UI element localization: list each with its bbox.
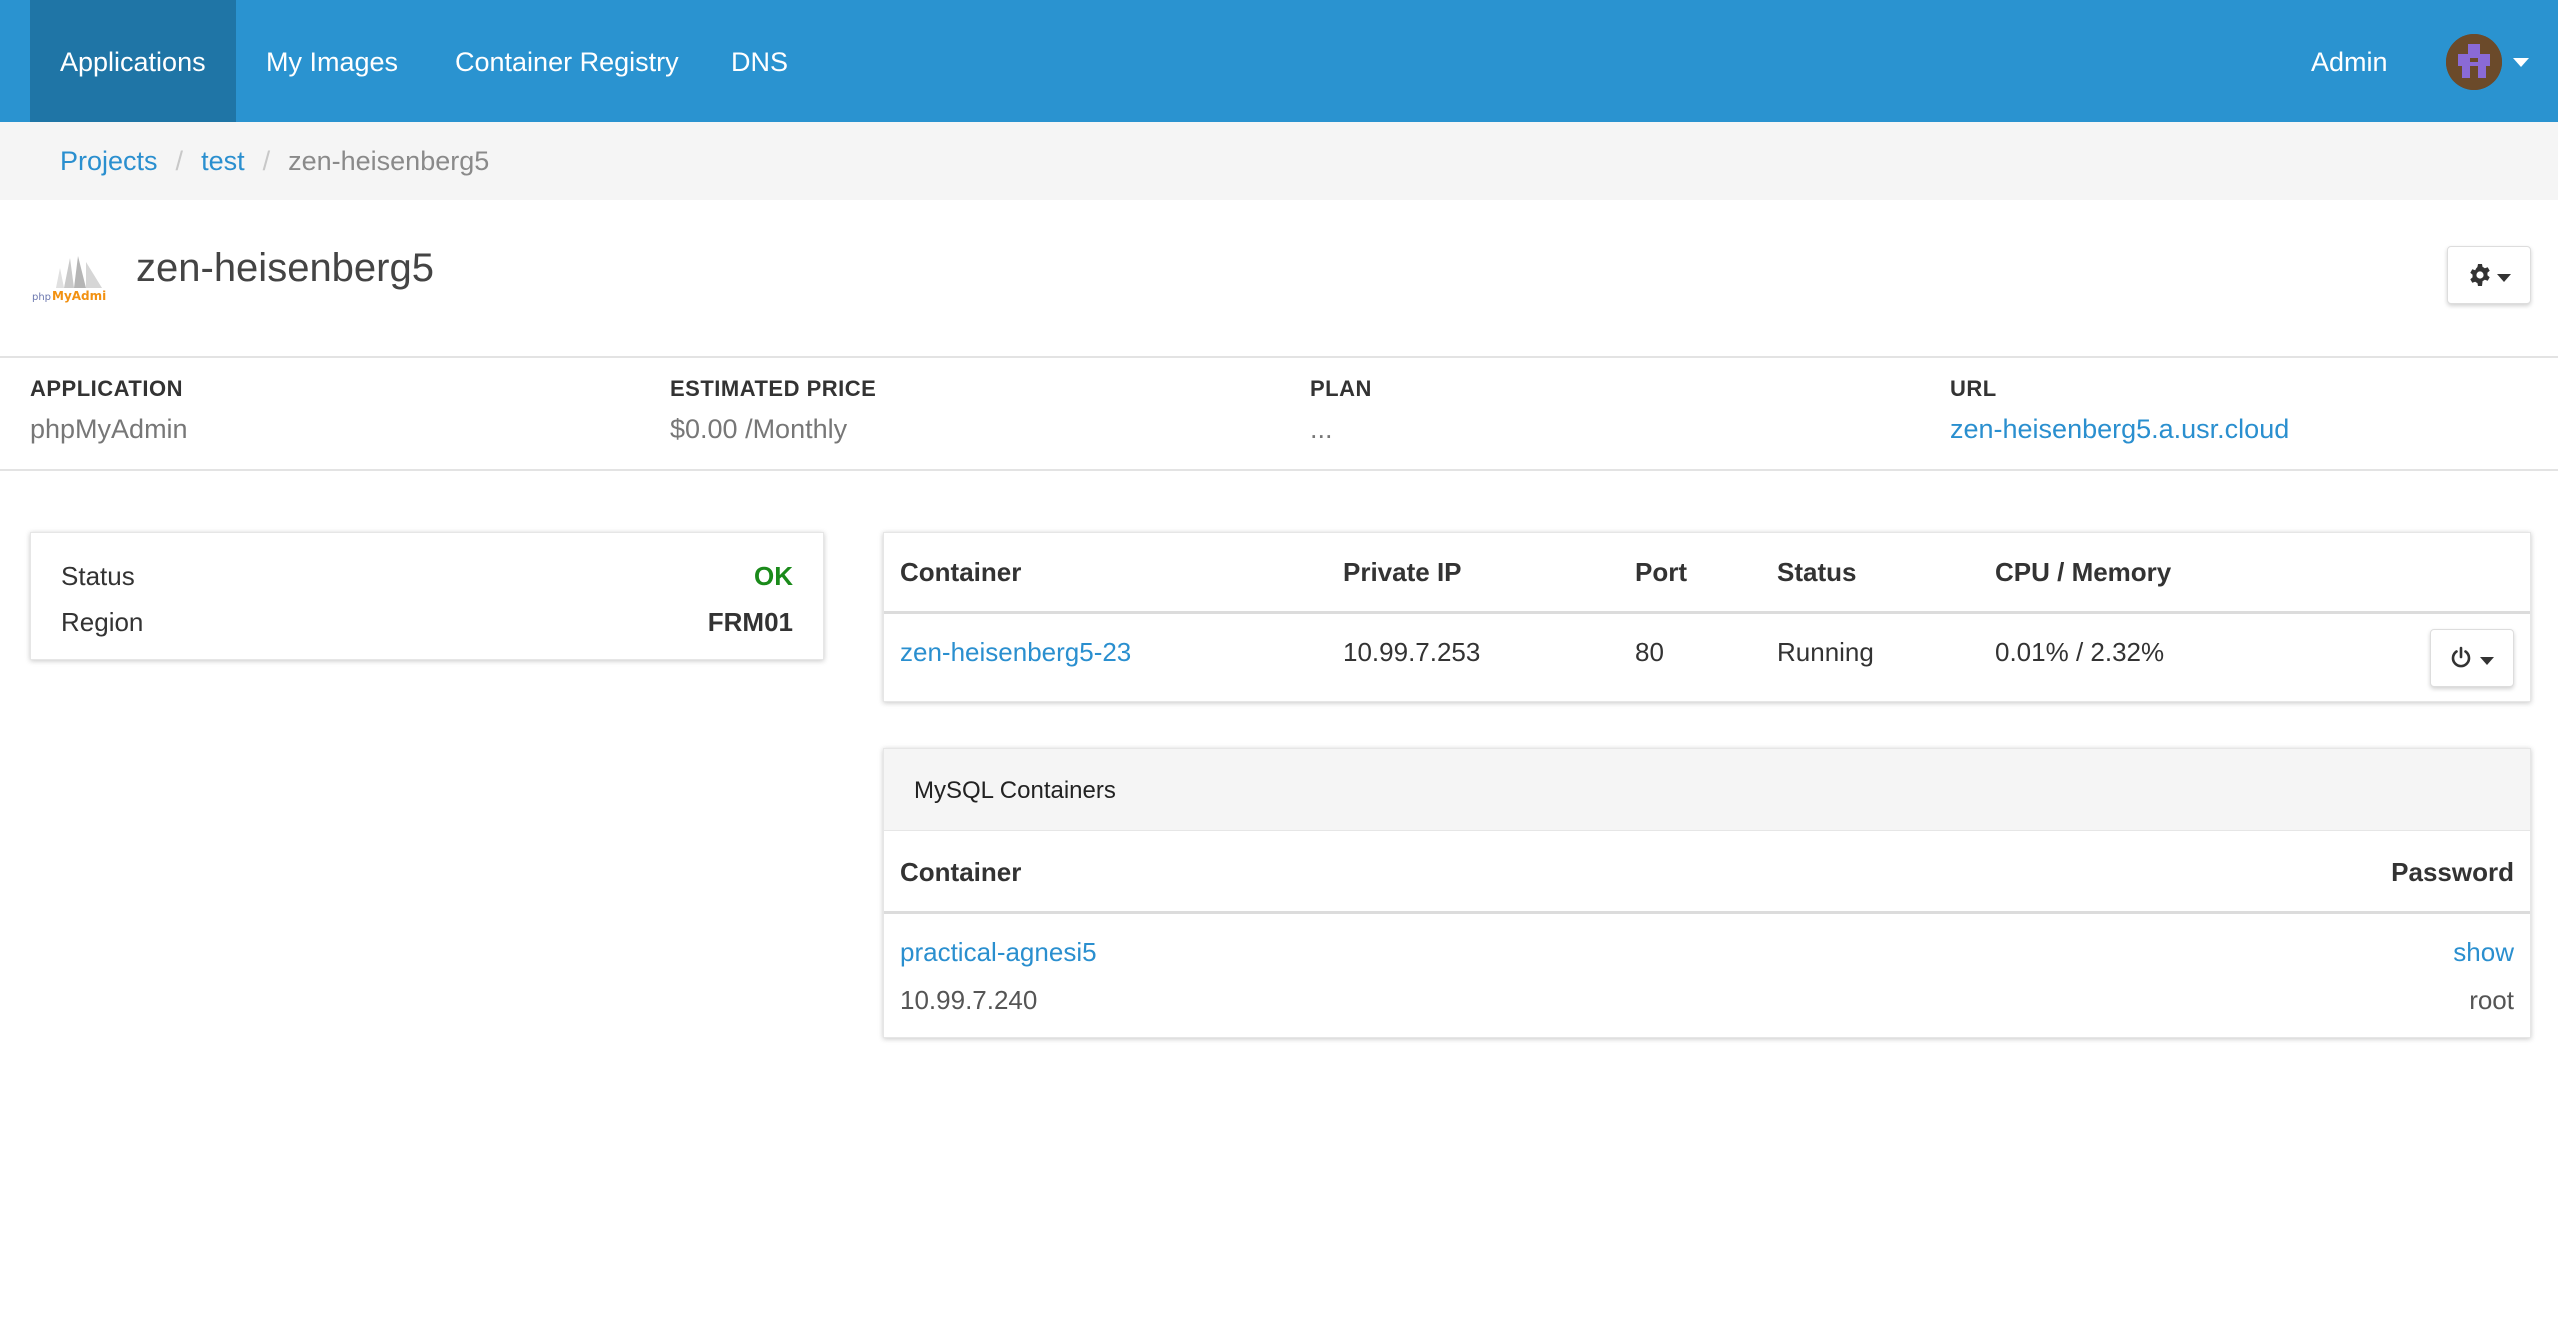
region-row: Region FRM01 [61, 607, 793, 638]
top-navbar: Applications My Images Container Registr… [0, 0, 2558, 122]
column-header-cpu-memory: CPU / Memory [1995, 557, 2172, 587]
region-value: FRM01 [707, 607, 793, 637]
region-label: Region [61, 607, 144, 637]
info-price-value: $0.00 /Monthly [670, 414, 848, 444]
show-password-link[interactable]: show [2453, 937, 2514, 968]
breadcrumb-projects[interactable]: Projects [60, 146, 158, 176]
info-url-link[interactable]: zen-heisenberg5.a.usr.cloud [1950, 414, 2289, 445]
status-card: Status OK Region FRM01 [30, 532, 824, 660]
mysql-user: root [2469, 985, 2514, 1015]
avatar[interactable] [2446, 34, 2502, 90]
pixel-avatar-icon [2446, 34, 2502, 90]
table-header-divider [884, 911, 2530, 914]
status-row: Status OK [61, 561, 793, 592]
info-plan: PLAN ... [1310, 376, 1372, 445]
status-badge: OK [754, 561, 793, 591]
info-plan-value: ... [1310, 414, 1333, 444]
chevron-down-icon [2480, 657, 2494, 665]
page-header: php MyAdmin zen-heisenberg5 [0, 200, 2558, 356]
mysql-container-ip: 10.99.7.240 [900, 985, 1038, 1015]
container-cpu-memory: 0.01% / 2.32% [1995, 637, 2165, 667]
container-status: Running [1777, 637, 1874, 667]
column-header-container: Container [900, 857, 1022, 887]
info-url: URL zen-heisenberg5.a.usr.cloud [1950, 376, 2289, 445]
breadcrumb-separator: / [175, 146, 184, 176]
column-header-status: Status [1777, 557, 1857, 587]
nav-admin-link[interactable]: Admin [2311, 0, 2388, 122]
svg-text:php: php [32, 292, 51, 303]
mysql-container-link[interactable]: practical-agnesi5 [900, 937, 1097, 968]
chevron-down-icon[interactable] [2513, 58, 2529, 67]
status-label: Status [61, 561, 135, 591]
breadcrumb: Projects / test / zen-heisenberg5 [0, 122, 2558, 200]
column-header-port: Port [1635, 557, 1687, 587]
containers-table: Container Private IP Port Status CPU / M… [883, 532, 2531, 702]
gear-icon [2470, 264, 2490, 286]
container-port: 80 [1635, 637, 1664, 667]
settings-dropdown-button[interactable] [2447, 246, 2531, 304]
nav-item-applications[interactable]: Applications [30, 0, 236, 122]
info-application: APPLICATION phpMyAdmin [30, 376, 188, 445]
power-icon [2451, 646, 2471, 668]
breadcrumb-test[interactable]: test [201, 146, 245, 176]
nav-item-container-registry[interactable]: Container Registry [455, 0, 679, 122]
divider [0, 469, 2558, 471]
power-dropdown-button[interactable] [2430, 629, 2514, 687]
breadcrumb-separator: / [262, 146, 271, 176]
info-price: ESTIMATED PRICE $0.00 /Monthly [670, 376, 876, 445]
chevron-down-icon [2497, 274, 2511, 282]
nav-item-my-images[interactable]: My Images [266, 0, 398, 122]
phpmyadmin-logo: php MyAdmin [32, 256, 106, 303]
divider [0, 356, 2558, 358]
nav-item-dns[interactable]: DNS [731, 0, 788, 122]
breadcrumb-current: zen-heisenberg5 [288, 146, 490, 176]
column-header-private-ip: Private IP [1343, 557, 1462, 587]
info-price-label: ESTIMATED PRICE [670, 376, 877, 401]
mysql-containers-card: MySQL Containers Container Password prac… [883, 748, 2531, 1038]
info-plan-label: PLAN [1310, 376, 1372, 401]
svg-text:MyAdmin: MyAdmin [52, 289, 106, 303]
column-header-container: Container [900, 557, 1022, 587]
info-application-label: APPLICATION [30, 376, 183, 401]
table-header-divider [884, 611, 2530, 614]
column-header-password: Password [2391, 857, 2514, 887]
page-title: zen-heisenberg5 [136, 246, 434, 290]
container-private-ip: 10.99.7.253 [1343, 637, 1481, 667]
mysql-card-title: MySQL Containers [884, 749, 2530, 831]
info-url-label: URL [1950, 376, 1997, 401]
info-application-value: phpMyAdmin [30, 414, 188, 444]
container-link[interactable]: zen-heisenberg5-23 [900, 637, 1131, 668]
